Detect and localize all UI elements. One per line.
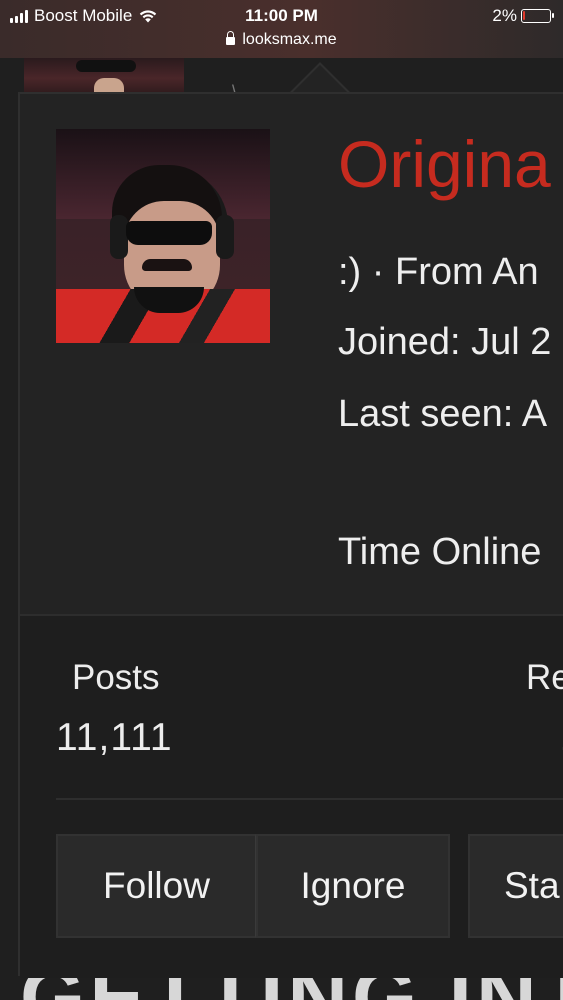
divider (56, 798, 563, 800)
last-seen: Last seen: A (338, 393, 548, 435)
url-text: looksmax.me (242, 31, 337, 48)
username-link[interactable]: Origina (338, 126, 551, 202)
stats-section: Posts 11,111 Re 1 Follow Ignore Sta (20, 614, 563, 978)
follow-button[interactable]: Follow (56, 834, 256, 938)
reactions-label: Re (526, 658, 563, 697)
start-conversation-button[interactable]: Sta (468, 834, 563, 938)
battery-percent: 2% (492, 6, 517, 25)
lock-icon (226, 31, 236, 45)
posts-count[interactable]: 11,111 (56, 716, 173, 760)
status-bar: Boost Mobile 11:00 PM 2% looksmax.me (0, 0, 563, 58)
time-online: Time Online (338, 531, 542, 573)
battery-icon (521, 9, 554, 23)
battery-level (523, 11, 525, 20)
member-tooltip-card: Origina :) · From An Joined: Jul 2 Last … (18, 92, 563, 978)
clock: 11:00 PM (245, 6, 318, 25)
ignore-button[interactable]: Ignore (256, 834, 450, 938)
tooltip-pointer-inner (292, 65, 348, 93)
screen: Boost Mobile 11:00 PM 2% looksmax.me \ G… (0, 0, 563, 1000)
posts-label: Posts (72, 658, 160, 697)
user-tagline: :) · From An (338, 251, 539, 293)
background-avatar[interactable] (24, 58, 184, 92)
battery-group: 2% (492, 6, 554, 26)
avatar[interactable] (56, 129, 270, 343)
joined-date: Joined: Jul 2 (338, 321, 552, 363)
address-bar[interactable]: looksmax.me (0, 31, 563, 49)
